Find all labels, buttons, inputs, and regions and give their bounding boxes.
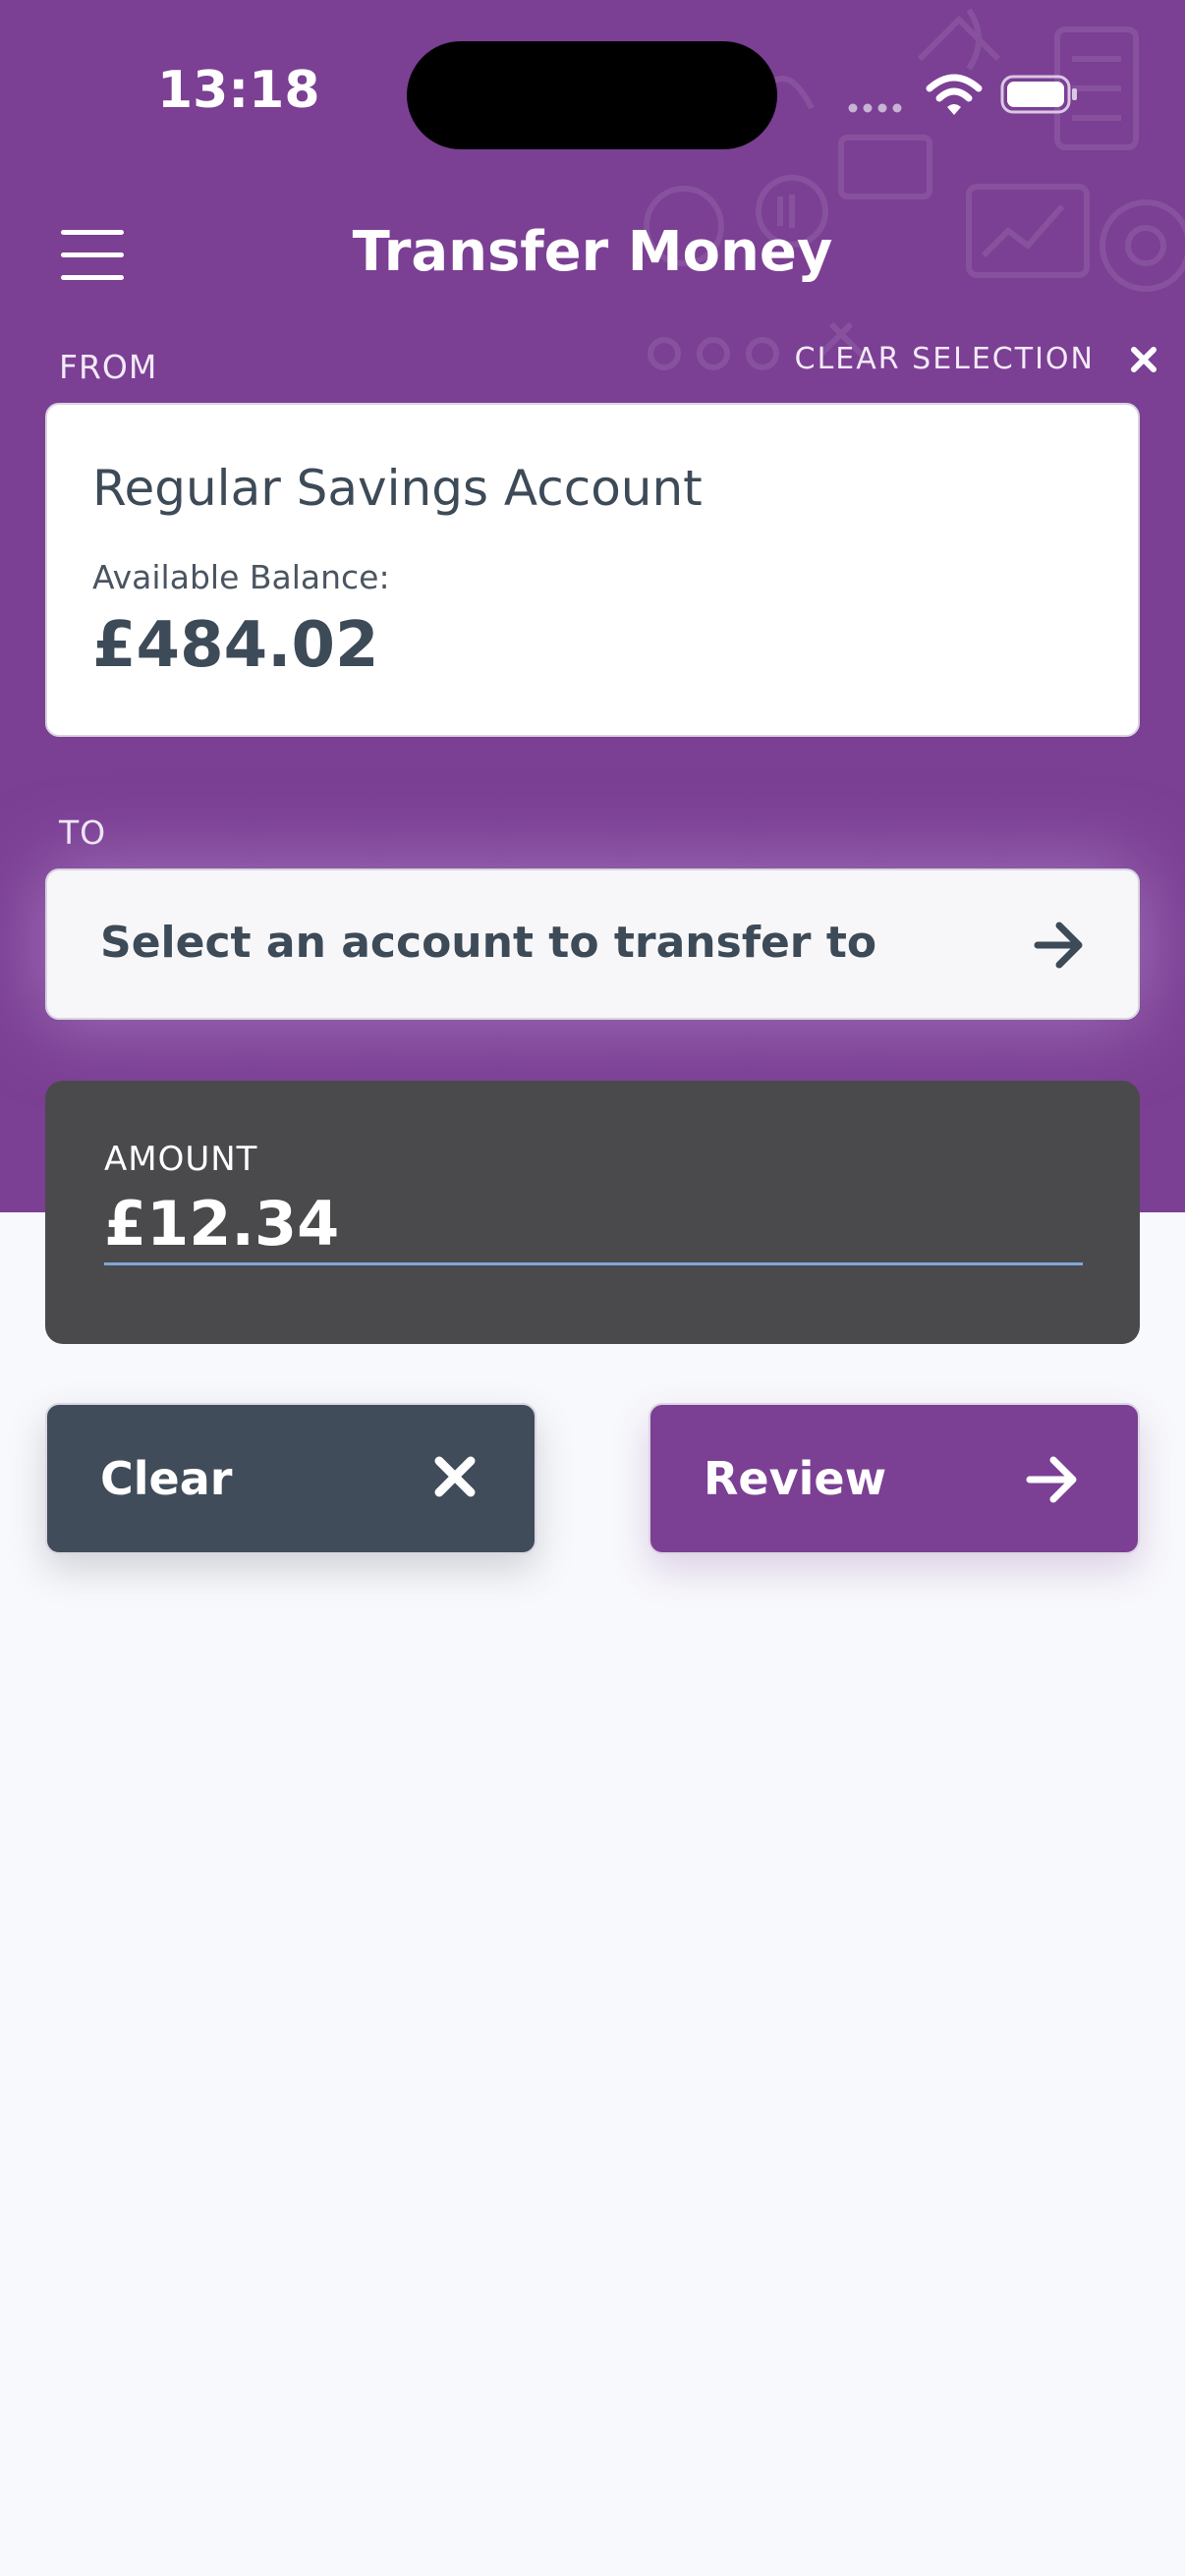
clear-button[interactable]: Clear (45, 1403, 536, 1554)
transfer-money-screen: 13:18 Transfer Money FROM CLEAR SELECTIO… (0, 0, 1185, 2576)
available-balance-value: £484.02 (92, 609, 379, 682)
signal-dots-icon (848, 103, 902, 113)
amount-input[interactable] (104, 1185, 1083, 1265)
dynamic-island (407, 41, 777, 149)
status-bar-time: 13:18 (157, 61, 320, 120)
wifi-icon (926, 74, 983, 115)
from-label: FROM (59, 348, 158, 386)
amount-label: AMOUNT (104, 1140, 258, 1179)
battery-icon (1000, 75, 1077, 114)
from-account-name: Regular Savings Account (92, 460, 703, 517)
close-icon (1131, 346, 1157, 372)
available-balance-label: Available Balance: (92, 558, 390, 596)
close-icon (434, 1456, 476, 1497)
clear-selection-label: CLEAR SELECTION (794, 342, 1095, 376)
clear-selection-button[interactable]: CLEAR SELECTION (795, 342, 1157, 376)
to-label: TO (59, 813, 107, 852)
page-title: Transfer Money (352, 220, 833, 284)
from-account-card[interactable]: Regular Savings Account Available Balanc… (45, 403, 1140, 737)
review-button[interactable]: Review (649, 1403, 1140, 1554)
clear-button-label: Clear (100, 1452, 233, 1505)
arrow-right-icon (1034, 922, 1083, 969)
to-account-selector[interactable]: Select an account to transfer to (45, 868, 1140, 1020)
to-account-placeholder: Select an account to transfer to (100, 918, 877, 968)
amount-card: AMOUNT (45, 1081, 1140, 1344)
review-button-label: Review (704, 1452, 887, 1505)
arrow-right-icon (1026, 1456, 1077, 1503)
status-bar-icons (847, 71, 1083, 120)
